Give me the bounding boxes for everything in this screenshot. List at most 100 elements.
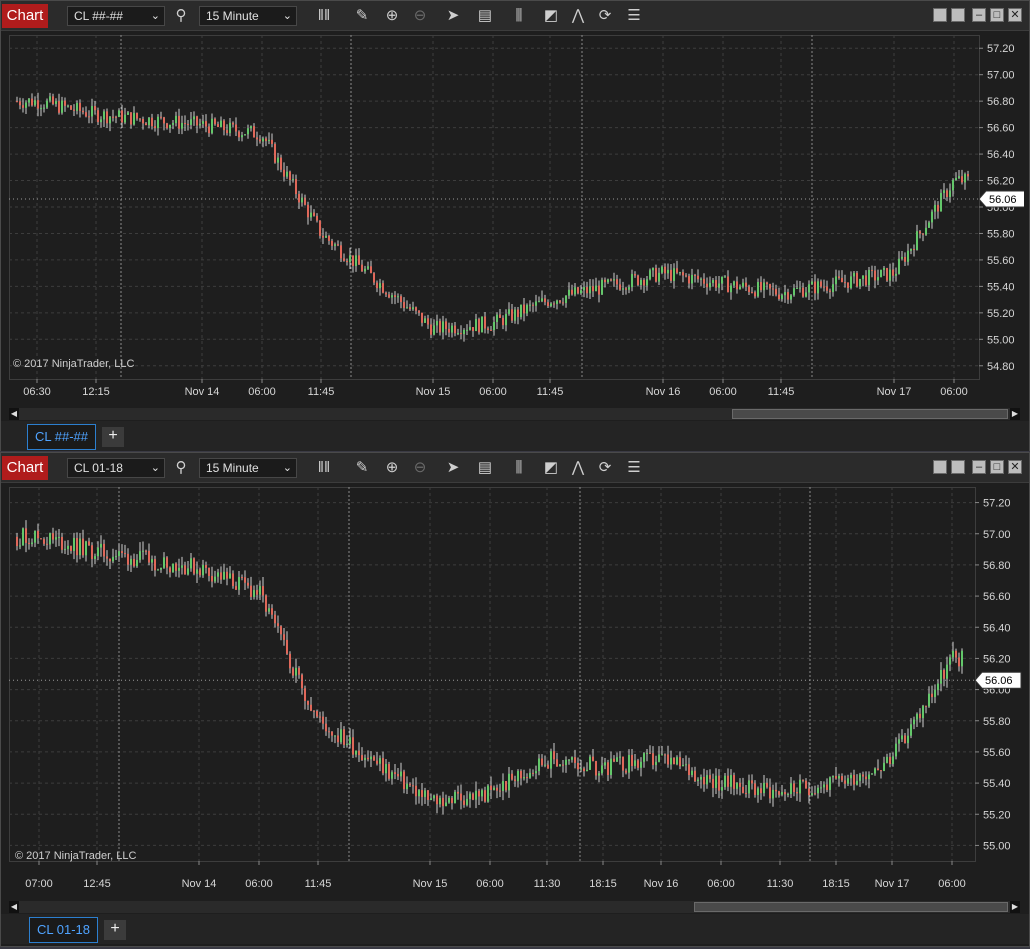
templates-icon[interactable]: ◩ bbox=[541, 458, 561, 478]
refresh-icon[interactable]: ⟳ bbox=[595, 6, 615, 26]
properties-icon[interactable]: ☰ bbox=[624, 458, 644, 478]
data-box-icon[interactable]: ▤ bbox=[475, 458, 495, 478]
candle-body bbox=[565, 759, 567, 766]
templates-icon[interactable]: ◩ bbox=[541, 6, 561, 26]
instrument-selector[interactable]: CL ##-## ⌄ bbox=[67, 6, 165, 26]
pencil-icon[interactable]: ✎ bbox=[352, 458, 372, 478]
tile-right-icon[interactable] bbox=[951, 8, 965, 22]
maximize-button[interactable]: □ bbox=[990, 460, 1004, 474]
data-box-icon[interactable]: ▤ bbox=[475, 6, 495, 26]
candle-body bbox=[412, 785, 414, 787]
candle-body bbox=[745, 792, 747, 794]
search-icon[interactable]: ⚲ bbox=[171, 6, 191, 26]
candle-body bbox=[859, 774, 861, 781]
price-panel[interactable]: 57.20 57.00 56.80 56.60 56.40 56.20 56.00 55.80… bbox=[9, 35, 1024, 407]
chart-menu-button[interactable]: Chart bbox=[2, 4, 48, 28]
candle-body bbox=[670, 757, 672, 765]
scroll-right-icon[interactable]: ▶ bbox=[1010, 901, 1020, 913]
candle-body bbox=[901, 735, 903, 740]
candle-body bbox=[322, 716, 324, 724]
candle-body bbox=[562, 764, 564, 766]
strategies-icon[interactable]: ⋀ bbox=[568, 6, 588, 26]
bar-width-icon[interactable]: ⫼ bbox=[509, 6, 529, 26]
instrument-selector[interactable]: CL 01-18 ⌄ bbox=[67, 458, 165, 478]
bar-type-icon[interactable]: ǁǁ bbox=[314, 6, 334, 26]
scroll-left-icon[interactable]: ◀ bbox=[9, 408, 19, 420]
candle-body bbox=[469, 793, 471, 799]
candle-body bbox=[523, 777, 525, 779]
y-tick-label: 55.40 bbox=[987, 281, 1015, 293]
candle-body bbox=[607, 762, 609, 775]
tab-instrument[interactable]: CL 01-18 bbox=[29, 917, 98, 943]
x-tick-label: 12:15 bbox=[82, 386, 110, 398]
add-tab-button[interactable]: + bbox=[104, 920, 126, 940]
candle-body bbox=[454, 791, 456, 804]
add-tab-button[interactable]: + bbox=[102, 427, 124, 447]
candle-body bbox=[508, 309, 510, 314]
tile-right-icon[interactable] bbox=[951, 460, 965, 474]
y-tick-label: 57.00 bbox=[987, 70, 1015, 82]
tile-left-icon[interactable] bbox=[933, 460, 947, 474]
pointer-icon[interactable]: ➤ bbox=[443, 458, 463, 478]
candle-body bbox=[178, 115, 180, 129]
candle-body bbox=[793, 783, 795, 792]
refresh-icon[interactable]: ⟳ bbox=[595, 458, 615, 478]
candle-body bbox=[370, 756, 372, 760]
candle-body bbox=[829, 777, 831, 790]
maximize-button[interactable]: □ bbox=[990, 8, 1004, 22]
pencil-icon[interactable]: ✎ bbox=[352, 6, 372, 26]
scroll-right-icon[interactable]: ▶ bbox=[1010, 408, 1020, 420]
candle-body bbox=[934, 204, 936, 212]
candle-body bbox=[697, 779, 699, 782]
candle-body bbox=[934, 690, 936, 698]
properties-icon[interactable]: ☰ bbox=[624, 6, 644, 26]
minimize-button[interactable]: – bbox=[972, 8, 986, 22]
chart-window-2: Chart CL 01-18 ⌄ ⚲ 15 Minute ⌄ ǁǁ ✎ ⊕ ⊖ ➤ … bbox=[0, 452, 1030, 947]
minimize-button[interactable]: – bbox=[972, 460, 986, 474]
candle-body bbox=[943, 670, 945, 679]
candle-body bbox=[25, 102, 27, 108]
candle-body bbox=[712, 778, 714, 788]
candlestick-chart[interactable]: 57.2057.0056.8056.6056.4056.2056.0055.80… bbox=[9, 35, 1024, 407]
pointer-icon[interactable]: ➤ bbox=[443, 6, 463, 26]
close-button[interactable]: ✕ bbox=[1008, 460, 1022, 474]
y-tick-label: 56.40 bbox=[987, 149, 1015, 161]
candle-body bbox=[196, 116, 198, 126]
strategies-icon[interactable]: ⋀ bbox=[568, 458, 588, 478]
interval-selector[interactable]: 15 Minute ⌄ bbox=[199, 458, 297, 478]
x-tick-label: 06:00 bbox=[938, 878, 966, 890]
candle-body bbox=[895, 273, 897, 276]
interval-selector[interactable]: 15 Minute ⌄ bbox=[199, 6, 297, 26]
tile-left-icon[interactable] bbox=[933, 8, 947, 22]
horizontal-scrollbar[interactable]: ◀ ▶ bbox=[9, 901, 1020, 913]
candle-body bbox=[826, 784, 828, 790]
candle-body bbox=[832, 284, 834, 293]
zoom-in-icon[interactable]: ⊕ bbox=[382, 6, 402, 26]
bar-width-icon[interactable]: ⫼ bbox=[509, 458, 529, 478]
scroll-thumb[interactable] bbox=[694, 902, 1008, 912]
horizontal-scrollbar[interactable]: ◀ ▶ bbox=[9, 408, 1020, 420]
chart-menu-button[interactable]: Chart bbox=[2, 456, 48, 480]
candle-body bbox=[865, 275, 867, 286]
candle-body bbox=[868, 774, 870, 780]
candlestick-chart[interactable]: 57.2057.0056.8056.6056.4056.2056.0055.80… bbox=[9, 487, 1024, 897]
candle-body bbox=[526, 305, 528, 314]
zoom-out-icon[interactable]: ⊖ bbox=[410, 458, 430, 478]
zoom-out-icon[interactable]: ⊖ bbox=[410, 6, 430, 26]
candle-body bbox=[766, 282, 768, 285]
candle-body bbox=[697, 275, 699, 280]
search-icon[interactable]: ⚲ bbox=[171, 458, 191, 478]
zoom-in-icon[interactable]: ⊕ bbox=[382, 458, 402, 478]
candle-body bbox=[130, 112, 132, 125]
scroll-thumb[interactable] bbox=[732, 409, 1008, 419]
price-panel[interactable]: 57.20 57.00 56.80 56.60 56.40 56.20 56.00 55.80… bbox=[9, 487, 1024, 897]
candle-body bbox=[460, 333, 462, 335]
candle-body bbox=[373, 273, 375, 283]
candle-body bbox=[799, 287, 801, 289]
bar-type-icon[interactable]: ǁǁ bbox=[314, 458, 334, 478]
tab-instrument[interactable]: CL ##-## bbox=[27, 424, 96, 450]
y-tick-label: 57.20 bbox=[983, 498, 1011, 510]
close-button[interactable]: ✕ bbox=[1008, 8, 1022, 22]
scroll-left-icon[interactable]: ◀ bbox=[9, 901, 19, 913]
candle-body bbox=[778, 791, 780, 795]
